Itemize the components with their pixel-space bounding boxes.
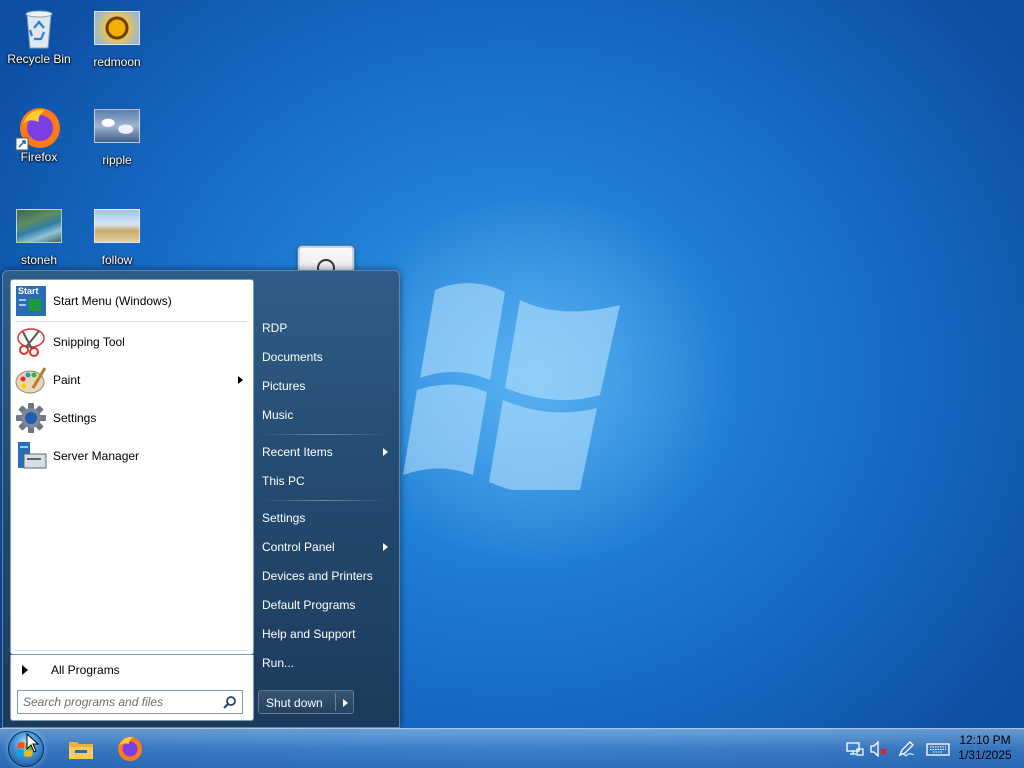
server-icon	[15, 440, 47, 472]
program-label: Settings	[53, 411, 97, 425]
image-file-icon	[15, 209, 63, 249]
shutdown-options-arrow-icon[interactable]	[343, 699, 348, 707]
image-file-icon	[93, 109, 141, 149]
taskbar-file-explorer-button[interactable]	[66, 734, 96, 764]
start-link-label: Settings	[262, 511, 306, 525]
start-link-this-pc[interactable]: This PC	[256, 469, 392, 493]
shutdown-label: Shut down	[266, 696, 323, 710]
start-link-music[interactable]: Music	[256, 403, 392, 427]
program-settings[interactable]: Settings	[15, 401, 249, 435]
windows-logo-wallpaper	[403, 282, 620, 490]
recycle-bin-icon	[15, 8, 63, 49]
program-label: Start Menu (Windows)	[53, 294, 172, 308]
program-snipping-tool[interactable]: Snipping Tool	[15, 325, 249, 359]
program-label: Snipping Tool	[53, 335, 125, 349]
start-link-label: Help and Support	[262, 627, 356, 641]
palette-icon	[15, 364, 47, 396]
taskbar: 12:10 PM 1/31/2025	[0, 728, 1024, 768]
gear-icon	[15, 402, 47, 434]
start-link-label: This PC	[262, 474, 305, 488]
submenu-arrow-icon	[383, 448, 388, 456]
start-link-label: Control Panel	[262, 540, 335, 554]
start-link-label: Devices and Printers	[262, 569, 373, 583]
start-menu-app-icon: Start	[15, 285, 47, 317]
desktop-icon-label: Recycle Bin	[7, 52, 71, 66]
shutdown-button[interactable]: Shut down	[258, 690, 354, 714]
network-icon[interactable]	[846, 741, 864, 757]
start-link-devices-and-printers[interactable]: Devices and Printers	[256, 564, 392, 588]
desktop-icon-stoneh[interactable]: stoneh	[0, 206, 78, 267]
search-input[interactable]	[18, 691, 218, 713]
submenu-arrow-icon	[383, 543, 388, 551]
desktop-icon-follow[interactable]: follow	[78, 206, 156, 267]
separator	[15, 321, 247, 322]
clock-time: 12:10 PM	[959, 733, 1011, 747]
search-area	[10, 685, 254, 721]
program-server-manager[interactable]: Server Manager	[15, 439, 249, 473]
system-clock[interactable]: 12:10 PM 1/31/2025	[950, 733, 1020, 763]
separator	[15, 650, 247, 651]
start-link-rdp[interactable]: RDP	[256, 316, 392, 340]
start-link-label: Recent Items	[262, 445, 333, 459]
start-link-settings[interactable]: Settings	[256, 506, 392, 530]
program-paint[interactable]: Paint	[15, 363, 249, 397]
start-link-label: Run...	[262, 656, 295, 670]
start-link-label: Default Programs	[262, 598, 356, 612]
desktop-icon-redmoon[interactable]: redmoon	[78, 8, 156, 69]
desktop-icon-ripple[interactable]: ripple	[78, 106, 156, 167]
volume-muted-icon[interactable]	[870, 740, 888, 758]
program-start-menu-windows[interactable]: Start Start Menu (Windows)	[15, 284, 249, 318]
start-link-pictures[interactable]: Pictures	[256, 374, 392, 398]
desktop-icon-label: follow	[101, 253, 133, 267]
desktop-icon-label: ripple	[102, 153, 132, 167]
start-link-default-programs[interactable]: Default Programs	[256, 593, 392, 617]
start-link-documents[interactable]: Documents	[256, 345, 392, 369]
search-icon[interactable]	[223, 695, 237, 709]
search-box[interactable]	[17, 690, 243, 714]
start-link-label: RDP	[262, 321, 288, 335]
scissors-icon	[15, 326, 47, 358]
taskbar-firefox-button[interactable]	[115, 734, 145, 764]
keyboard-icon[interactable]	[926, 741, 950, 757]
desktop-icon-recycle-bin[interactable]: Recycle Bin	[0, 8, 78, 66]
mouse-cursor-icon	[26, 733, 40, 753]
start-link-label: Documents	[262, 350, 323, 364]
folder-icon	[69, 742, 93, 759]
separator	[260, 434, 388, 435]
all-programs-button[interactable]: All Programs	[10, 655, 254, 685]
program-label: Server Manager	[53, 449, 140, 463]
desktop-icon-label: Firefox	[20, 150, 58, 164]
start-link-label: Pictures	[262, 379, 306, 393]
chevron-right-icon	[22, 665, 28, 675]
submenu-arrow-icon	[238, 376, 243, 384]
desktop-icon-firefox[interactable]: Firefox	[0, 106, 78, 164]
shutdown-split-divider	[335, 693, 336, 711]
firefox-icon	[118, 736, 142, 761]
image-file-icon	[93, 11, 141, 51]
start-icon-text: Start	[18, 286, 39, 296]
start-link-help-and-support[interactable]: Help and Support	[256, 622, 392, 646]
start-link-run[interactable]: Run...	[256, 651, 392, 675]
clock-date: 1/31/2025	[958, 748, 1012, 762]
separator	[260, 500, 388, 501]
start-menu-programs-pane: Start Start Menu (Windows) Snipping Tool	[10, 279, 254, 655]
all-programs-label: All Programs	[51, 663, 120, 677]
start-link-label: Music	[262, 408, 294, 422]
firefox-icon	[15, 106, 63, 151]
start-link-recent-items[interactable]: Recent Items	[256, 440, 392, 464]
desktop-icon-label: redmoon	[93, 55, 141, 69]
desktop-icon-label: stoneh	[20, 253, 58, 267]
pen-icon[interactable]	[898, 741, 916, 757]
image-file-icon	[93, 209, 141, 249]
program-label: Paint	[53, 373, 81, 387]
start-link-control-panel[interactable]: Control Panel	[256, 535, 392, 559]
